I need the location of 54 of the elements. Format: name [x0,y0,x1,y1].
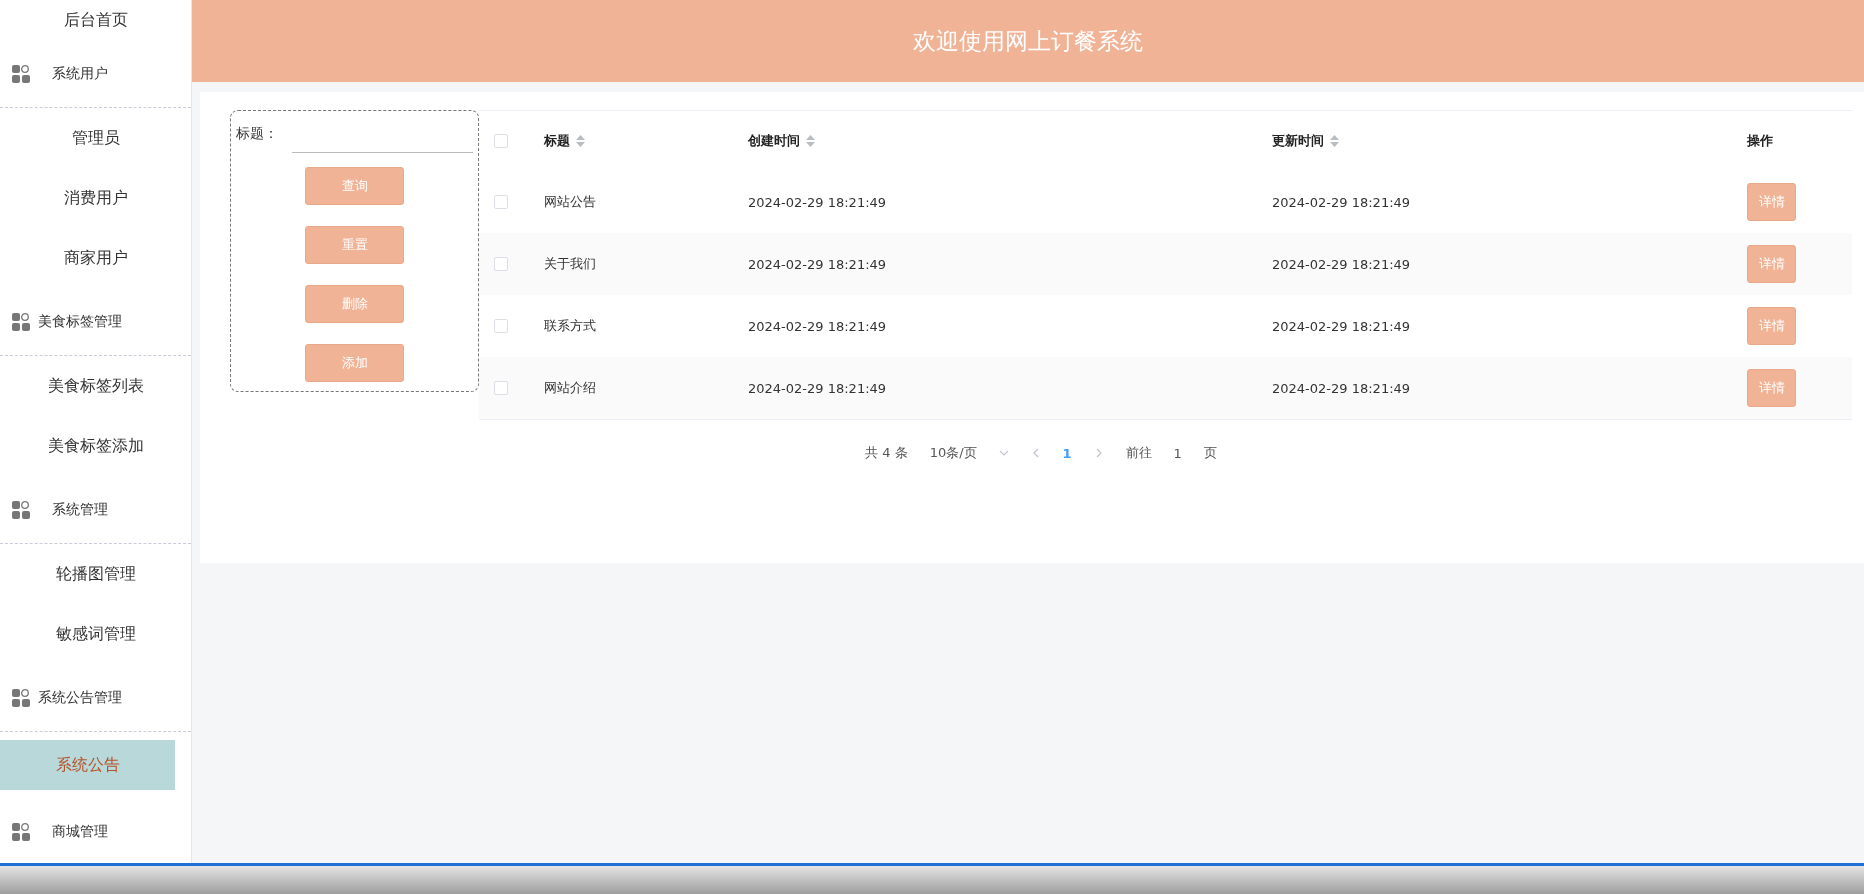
column-header: 操作 [1747,132,1773,150]
group-label: 商城管理 [52,822,108,841]
table-cell: 2024-02-29 18:21:49 [748,256,887,272]
table-cell: 联系方式 [544,317,596,335]
sidebar-group[interactable]: 系统公告管理 [0,664,191,732]
page-size-select[interactable]: 10条/页 [929,444,977,462]
group-label: 系统用户 [52,64,108,83]
sidebar-item[interactable]: 消费用户 [0,168,191,228]
table-cell: 2024-02-29 18:21:49 [1272,380,1411,396]
column-header: 创建时间 [748,132,800,150]
goto-page-input[interactable]: 1 [1173,445,1182,461]
table-cell: 2024-02-29 18:21:49 [1272,318,1411,334]
grid-icon [12,500,30,519]
grid-icon [12,688,30,707]
field-label: 标题： [236,125,279,143]
total-count: 共 4 条 [865,444,908,462]
group-label: 美食标签管理 [38,312,122,331]
sidebar-group[interactable]: 系统用户 [0,40,191,108]
row-checkbox[interactable] [494,257,508,271]
group-label: 系统公告管理 [38,688,122,707]
sidebar-item[interactable]: 轮播图管理 [0,544,191,604]
sort-icon[interactable] [806,135,815,147]
page-suffix: 页 [1203,444,1217,462]
table-cell: 网站公告 [544,193,596,211]
sidebar-item[interactable]: 商家用户 [0,228,191,288]
table-cell: 2024-02-29 18:21:49 [748,380,887,396]
row-checkbox[interactable] [494,319,508,333]
column-header: 标题 [544,132,570,150]
table-cell: 2024-02-29 18:21:49 [748,194,887,210]
table-cell: 关于我们 [544,255,596,273]
group-label: 系统管理 [52,500,108,519]
select-all-checkbox[interactable] [494,134,508,148]
sidebar-item[interactable]: 后台首页 [0,0,191,40]
table-cell: 2024-02-29 18:21:49 [1272,256,1411,272]
sidebar-item[interactable]: 管理员 [0,108,191,168]
goto-label: 前往 [1125,444,1152,462]
table-cell: 网站介绍 [544,379,596,397]
sidebar-item[interactable]: 敏感词管理 [0,604,191,664]
grid-icon [12,822,30,841]
row-checkbox[interactable] [494,381,508,395]
table-cell: 2024-02-29 18:21:49 [1272,194,1411,210]
grid-icon [12,312,30,331]
table-cell: 2024-02-29 18:21:49 [748,318,887,334]
row-checkbox[interactable] [494,195,508,209]
sidebar-group[interactable]: 系统管理 [0,476,191,544]
sort-icon[interactable] [1330,135,1339,147]
sidebar-item[interactable]: 美食标签列表 [0,356,191,416]
header-title: 欢迎使用网上订餐系统 [913,26,1143,56]
dropdown-caret-icon[interactable] [998,448,1009,458]
sidebar-group[interactable]: 美食标签管理 [0,288,191,356]
sort-icon[interactable] [576,135,585,147]
column-header: 更新时间 [1272,132,1324,150]
grid-icon [12,64,30,83]
sidebar-item[interactable]: 美食标签添加 [0,416,191,476]
